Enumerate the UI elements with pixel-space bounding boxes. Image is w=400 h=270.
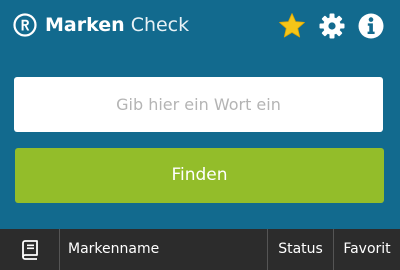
find-button[interactable]: Finden <box>15 148 384 203</box>
column-header-favorit[interactable]: Favorit <box>333 229 400 270</box>
search-field-container <box>14 77 383 132</box>
column-header-status[interactable]: Status <box>267 229 333 270</box>
app-title-bold: Marken <box>45 14 125 36</box>
column-header-icon[interactable] <box>0 229 59 270</box>
column-header-markenname[interactable]: Markenname <box>59 229 267 270</box>
star-icon[interactable] <box>278 12 306 40</box>
book-icon <box>22 240 38 260</box>
table-header: Markenname Status Favorit <box>0 229 400 270</box>
search-input[interactable] <box>14 77 383 132</box>
app-root: Marken Check Gib hier ein Wort ein Finde… <box>0 0 400 270</box>
gear-icon[interactable] <box>318 12 346 40</box>
app-header: Marken Check <box>0 0 400 52</box>
info-icon[interactable] <box>357 12 385 40</box>
registered-trademark-icon <box>13 13 37 37</box>
app-title: Marken Check <box>45 14 189 36</box>
app-title-light: Check <box>130 14 190 36</box>
